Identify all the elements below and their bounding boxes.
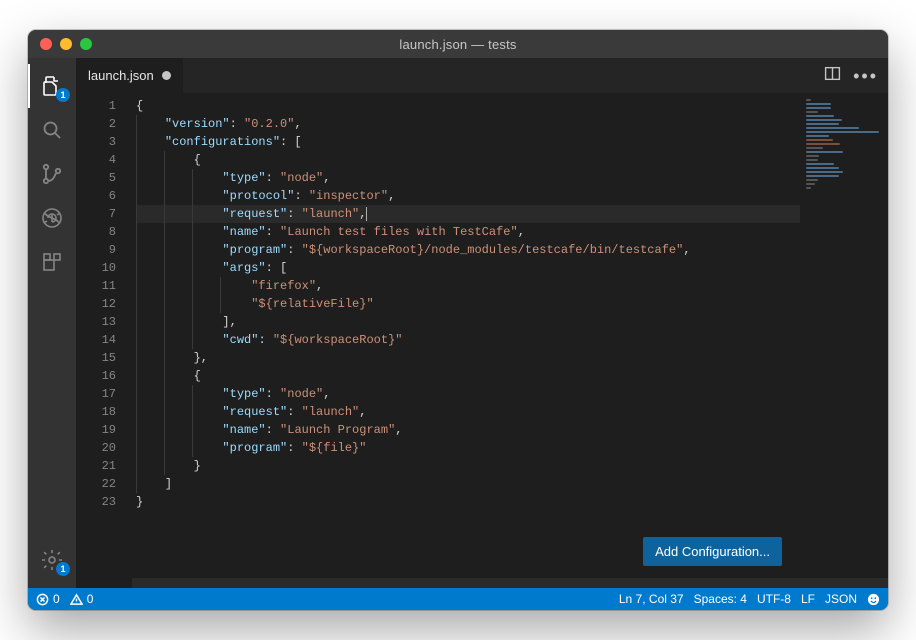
line-number: 2 xyxy=(76,115,116,133)
line-number-gutter: 1234567891011121314151617181920212223 xyxy=(76,93,132,588)
dirty-indicator-icon xyxy=(162,71,171,80)
line-number: 23 xyxy=(76,493,116,511)
line-number: 3 xyxy=(76,133,116,151)
line-number: 19 xyxy=(76,421,116,439)
code-line[interactable]: "request": "launch", xyxy=(136,205,800,223)
close-window-button[interactable] xyxy=(40,38,52,50)
line-number: 13 xyxy=(76,313,116,331)
code-line[interactable]: }, xyxy=(136,349,800,367)
line-number: 16 xyxy=(76,367,116,385)
code-line[interactable]: "firefox", xyxy=(136,277,800,295)
extensions-icon[interactable] xyxy=(28,240,76,284)
status-language-mode[interactable]: JSON xyxy=(825,592,857,606)
code-line[interactable]: ] xyxy=(136,475,800,493)
smiley-icon xyxy=(867,593,880,606)
status-errors[interactable]: 0 xyxy=(36,592,60,606)
error-count: 0 xyxy=(53,592,60,606)
line-number: 4 xyxy=(76,151,116,169)
minimap[interactable] xyxy=(800,93,888,588)
status-eol[interactable]: LF xyxy=(801,592,815,606)
line-number: 1 xyxy=(76,97,116,115)
code-line[interactable]: "name": "Launch Program", xyxy=(136,421,800,439)
debug-icon[interactable] xyxy=(28,196,76,240)
line-number: 8 xyxy=(76,223,116,241)
code-area[interactable]: { "version": "0.2.0", "configurations": … xyxy=(132,93,800,588)
code-line[interactable]: { xyxy=(136,97,800,115)
status-feedback-icon[interactable] xyxy=(867,593,880,606)
line-number: 20 xyxy=(76,439,116,457)
line-number: 6 xyxy=(76,187,116,205)
code-line[interactable]: { xyxy=(136,151,800,169)
window-title: launch.json — tests xyxy=(28,37,888,52)
status-cursor-position[interactable]: Ln 7, Col 37 xyxy=(619,592,684,606)
code-line[interactable]: "type": "node", xyxy=(136,385,800,403)
error-icon xyxy=(36,593,49,606)
line-number: 5 xyxy=(76,169,116,187)
status-encoding[interactable]: UTF-8 xyxy=(757,592,791,606)
status-warnings[interactable]: 0 xyxy=(70,592,94,606)
code-line[interactable]: "args": [ xyxy=(136,259,800,277)
code-line[interactable]: { xyxy=(136,367,800,385)
line-number: 17 xyxy=(76,385,116,403)
code-line[interactable]: "version": "0.2.0", xyxy=(136,115,800,133)
text-editor[interactable]: 1234567891011121314151617181920212223 { … xyxy=(76,93,888,588)
search-icon[interactable] xyxy=(28,108,76,152)
more-actions-icon[interactable]: ••• xyxy=(853,67,878,85)
warning-icon xyxy=(70,593,83,606)
line-number: 7 xyxy=(76,205,116,223)
traffic-lights xyxy=(40,38,92,50)
code-line[interactable]: ], xyxy=(136,313,800,331)
text-cursor xyxy=(366,207,367,221)
editor-group: launch.json ••• 123456789101112131415161… xyxy=(76,58,888,588)
line-number: 14 xyxy=(76,331,116,349)
titlebar: launch.json — tests xyxy=(28,30,888,58)
line-number: 9 xyxy=(76,241,116,259)
code-line[interactable]: "type": "node", xyxy=(136,169,800,187)
code-line[interactable]: "protocol": "inspector", xyxy=(136,187,800,205)
minimize-window-button[interactable] xyxy=(60,38,72,50)
line-number: 12 xyxy=(76,295,116,313)
add-configuration-button[interactable]: Add Configuration... xyxy=(643,537,782,566)
zoom-window-button[interactable] xyxy=(80,38,92,50)
code-line[interactable]: "cwd": "${workspaceRoot}" xyxy=(136,331,800,349)
code-line[interactable]: } xyxy=(136,457,800,475)
line-number: 11 xyxy=(76,277,116,295)
tab-label: launch.json xyxy=(88,68,154,83)
line-number: 15 xyxy=(76,349,116,367)
line-number: 22 xyxy=(76,475,116,493)
warning-count: 0 xyxy=(87,592,94,606)
app-window: launch.json — tests 1 1 xyxy=(28,30,888,610)
settings-gear-icon[interactable]: 1 xyxy=(28,538,76,582)
code-line[interactable]: } xyxy=(136,493,800,511)
code-line[interactable]: "request": "launch", xyxy=(136,403,800,421)
line-number: 10 xyxy=(76,259,116,277)
explorer-badge: 1 xyxy=(56,88,70,102)
code-line[interactable]: "name": "Launch test files with TestCafe… xyxy=(136,223,800,241)
line-number: 18 xyxy=(76,403,116,421)
line-number: 21 xyxy=(76,457,116,475)
activity-bar: 1 1 xyxy=(28,58,76,588)
editor-tabs: launch.json ••• xyxy=(76,58,888,93)
code-line[interactable]: "program": "${file}" xyxy=(136,439,800,457)
status-indentation[interactable]: Spaces: 4 xyxy=(694,592,747,606)
code-line[interactable]: "configurations": [ xyxy=(136,133,800,151)
settings-badge: 1 xyxy=(56,562,70,576)
split-editor-icon[interactable] xyxy=(824,65,841,87)
code-line[interactable]: "program": "${workspaceRoot}/node_module… xyxy=(136,241,800,259)
source-control-icon[interactable] xyxy=(28,152,76,196)
horizontal-scrollbar[interactable] xyxy=(132,578,888,588)
explorer-icon[interactable]: 1 xyxy=(28,64,76,108)
status-bar: 0 0 Ln 7, Col 37 Spaces: 4 UTF-8 LF JSON xyxy=(28,588,888,610)
tab-launch-json[interactable]: launch.json xyxy=(76,58,184,93)
code-line[interactable]: "${relativeFile}" xyxy=(136,295,800,313)
